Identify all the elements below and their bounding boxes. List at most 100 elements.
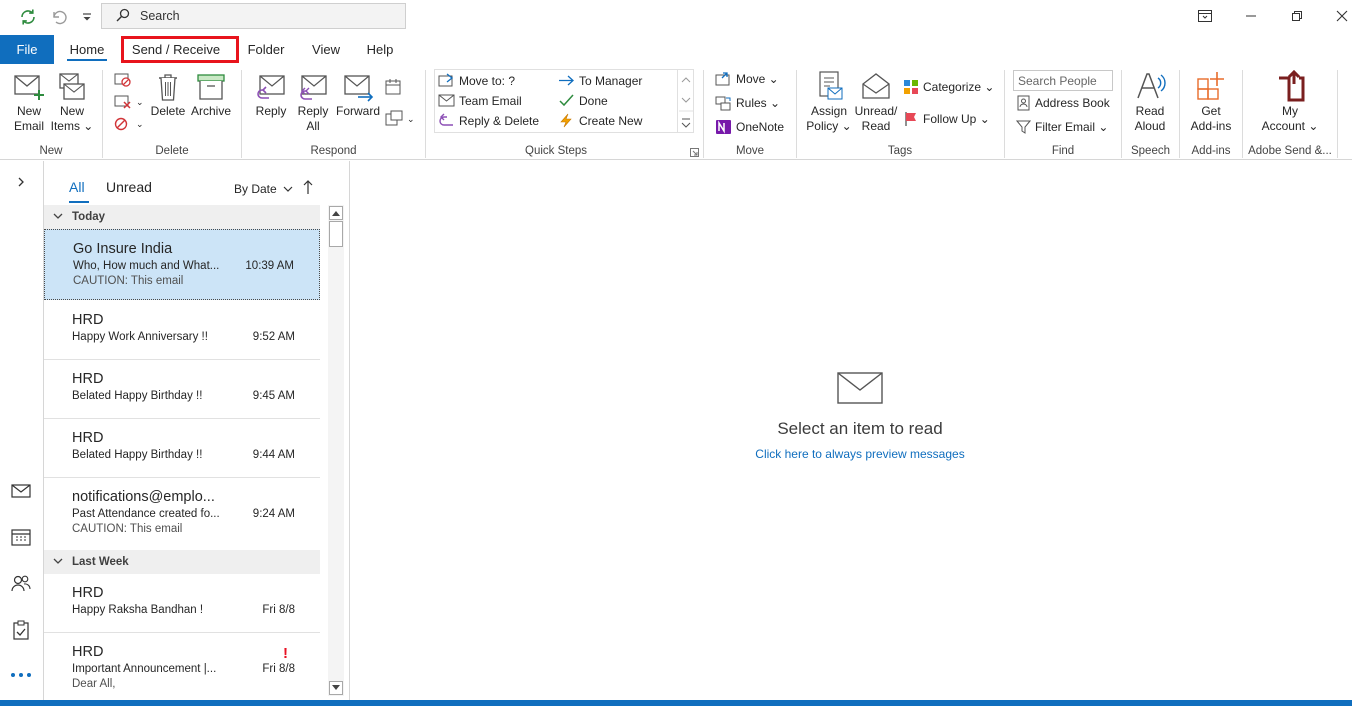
customize-toolbar-icon[interactable] bbox=[77, 8, 97, 26]
new-items-icon bbox=[59, 73, 85, 100]
meeting-reply-button[interactable] bbox=[385, 78, 407, 96]
minimize-icon[interactable] bbox=[1240, 6, 1262, 26]
filter-unread-tab[interactable]: Unread bbox=[106, 179, 152, 195]
message-item[interactable]: HRD ! Important Announcement |... Fri 8/… bbox=[44, 633, 320, 700]
message-item[interactable]: notifications@emplo... Past Attendance c… bbox=[44, 478, 320, 550]
my-account-button[interactable]: My Account ⌄ bbox=[1258, 70, 1322, 134]
message-item-selected[interactable]: Go Insure India Who, How much and What..… bbox=[44, 229, 320, 300]
quick-step-reply-delete[interactable]: Reply & Delete bbox=[438, 113, 539, 128]
message-item[interactable]: HRD Happy Work Anniversary !! 9:52 AM bbox=[44, 301, 320, 360]
checkmark-icon bbox=[559, 94, 574, 107]
read-aloud-button[interactable]: Read Aloud bbox=[1127, 70, 1173, 134]
move-to-folder-icon bbox=[438, 73, 454, 87]
rules-icon bbox=[715, 96, 731, 111]
scroll-down-icon[interactable] bbox=[329, 681, 343, 695]
filter-email-button[interactable]: Filter Email ⌄ bbox=[1016, 119, 1108, 135]
message-time: 9:24 AM bbox=[252, 508, 295, 520]
more-respond-button[interactable]: ⌄ bbox=[385, 110, 415, 128]
quick-steps-dialog-launcher[interactable] bbox=[690, 148, 703, 157]
ignore-button[interactable] bbox=[114, 72, 136, 88]
message-sender: HRD bbox=[72, 585, 104, 601]
calendar-icon[interactable] bbox=[10, 526, 32, 548]
assign-policy-icon bbox=[819, 71, 843, 100]
tags-group-label: Tags bbox=[887, 145, 913, 157]
message-preview: Dear All, bbox=[72, 678, 116, 690]
flag-icon bbox=[905, 112, 916, 126]
message-item[interactable]: HRD Belated Happy Birthday !! 9:45 AM bbox=[44, 360, 320, 419]
onenote-button[interactable]: OneNote bbox=[715, 119, 784, 135]
quick-step-create-new[interactable]: Create New bbox=[558, 113, 642, 128]
unread-read-button[interactable]: Unread/ Read bbox=[852, 70, 900, 134]
delete-button[interactable]: Delete bbox=[150, 72, 186, 119]
reply-all-button[interactable]: Reply All bbox=[293, 72, 333, 134]
message-time: 9:44 AM bbox=[252, 449, 295, 461]
message-sender: HRD bbox=[72, 644, 104, 660]
sort-direction-icon[interactable] bbox=[302, 179, 314, 198]
search-people-input[interactable]: Search People bbox=[1013, 70, 1113, 91]
quick-steps-group-label: Quick Steps bbox=[525, 145, 587, 157]
tab-view[interactable]: View bbox=[305, 34, 347, 64]
important-icon: ! bbox=[283, 645, 288, 662]
more-apps-icon[interactable] bbox=[10, 664, 32, 686]
onenote-icon bbox=[716, 120, 731, 134]
scroll-up-icon[interactable] bbox=[329, 206, 343, 220]
clean-up-button[interactable]: ⌄ bbox=[114, 94, 144, 110]
quick-step-move-to[interactable]: Move to: ? bbox=[438, 73, 515, 88]
tab-help[interactable]: Help bbox=[360, 34, 400, 64]
message-list-scrollbar[interactable] bbox=[328, 205, 344, 696]
group-header-today[interactable]: Today bbox=[44, 205, 320, 229]
quick-step-done[interactable]: Done bbox=[558, 93, 608, 108]
adobe-account-icon bbox=[1279, 70, 1305, 102]
reply-all-icon bbox=[300, 75, 327, 100]
address-book-button[interactable]: Address Book bbox=[1016, 95, 1110, 111]
quick-step-to-manager[interactable]: To Manager bbox=[558, 73, 642, 88]
junk-icon bbox=[114, 117, 128, 131]
unread-read-icon bbox=[862, 73, 890, 99]
expand-folder-pane-icon[interactable] bbox=[10, 171, 32, 193]
assign-policy-button[interactable]: Assign Policy ⌄ bbox=[805, 70, 853, 134]
filter-all-tab[interactable]: All bbox=[69, 179, 85, 195]
rules-button[interactable]: Rules ⌄ bbox=[715, 95, 780, 111]
quick-steps-scroll[interactable] bbox=[677, 69, 694, 133]
move-button[interactable]: Move ⌄ bbox=[715, 71, 779, 87]
sync-icon[interactable] bbox=[18, 8, 38, 26]
highlight-annotation bbox=[121, 36, 239, 63]
tab-home[interactable]: Home bbox=[61, 34, 113, 64]
reply-button[interactable]: Reply bbox=[251, 72, 291, 119]
tab-file[interactable]: File bbox=[0, 35, 54, 64]
status-bar bbox=[0, 700, 1352, 706]
sort-by-dropdown[interactable]: By Date bbox=[234, 182, 293, 196]
message-item[interactable]: HRD Happy Raksha Bandhan ! Fri 8/8 bbox=[44, 574, 320, 633]
ribbon-display-options-icon[interactable] bbox=[1194, 6, 1216, 26]
quick-step-team-email[interactable]: Team Email bbox=[438, 93, 522, 108]
restore-icon[interactable] bbox=[1286, 6, 1308, 26]
categorize-button[interactable]: Categorize ⌄ bbox=[903, 79, 994, 95]
chevron-down-icon bbox=[283, 186, 293, 192]
always-preview-link[interactable]: Click here to always preview messages bbox=[351, 447, 1352, 461]
ribbon: New Email New Items ⌄ New ⌄ ⌄ Delete Arc… bbox=[0, 64, 1352, 160]
tasks-icon[interactable] bbox=[10, 619, 32, 641]
archive-button[interactable]: Archive bbox=[189, 72, 233, 119]
search-input[interactable]: Search bbox=[101, 3, 406, 29]
message-sender: Go Insure India bbox=[73, 241, 173, 257]
arrow-right-icon bbox=[559, 75, 574, 86]
new-email-button[interactable]: New Email bbox=[8, 72, 50, 134]
message-item[interactable]: HRD Belated Happy Birthday !! 9:44 AM bbox=[44, 419, 320, 478]
mail-icon[interactable] bbox=[10, 480, 32, 502]
scroll-thumb[interactable] bbox=[329, 221, 343, 247]
junk-button[interactable]: ⌄ bbox=[114, 116, 144, 132]
new-items-button[interactable]: New Items ⌄ bbox=[50, 72, 94, 134]
get-add-ins-button[interactable]: Get Add-ins bbox=[1186, 70, 1236, 134]
message-sender: HRD bbox=[72, 430, 104, 446]
close-icon[interactable] bbox=[1331, 6, 1352, 26]
categorize-icon bbox=[904, 80, 918, 94]
forward-button[interactable]: Forward bbox=[335, 72, 381, 119]
group-header-last-week[interactable]: Last Week bbox=[44, 550, 320, 574]
tab-folder[interactable]: Folder bbox=[240, 34, 292, 64]
follow-up-button[interactable]: Follow Up ⌄ bbox=[903, 111, 990, 127]
navigation-bar bbox=[0, 161, 44, 700]
message-sender: HRD bbox=[72, 371, 104, 387]
find-group-label: Find bbox=[1051, 145, 1075, 157]
people-icon[interactable] bbox=[10, 572, 32, 594]
undo-icon[interactable] bbox=[48, 8, 68, 26]
